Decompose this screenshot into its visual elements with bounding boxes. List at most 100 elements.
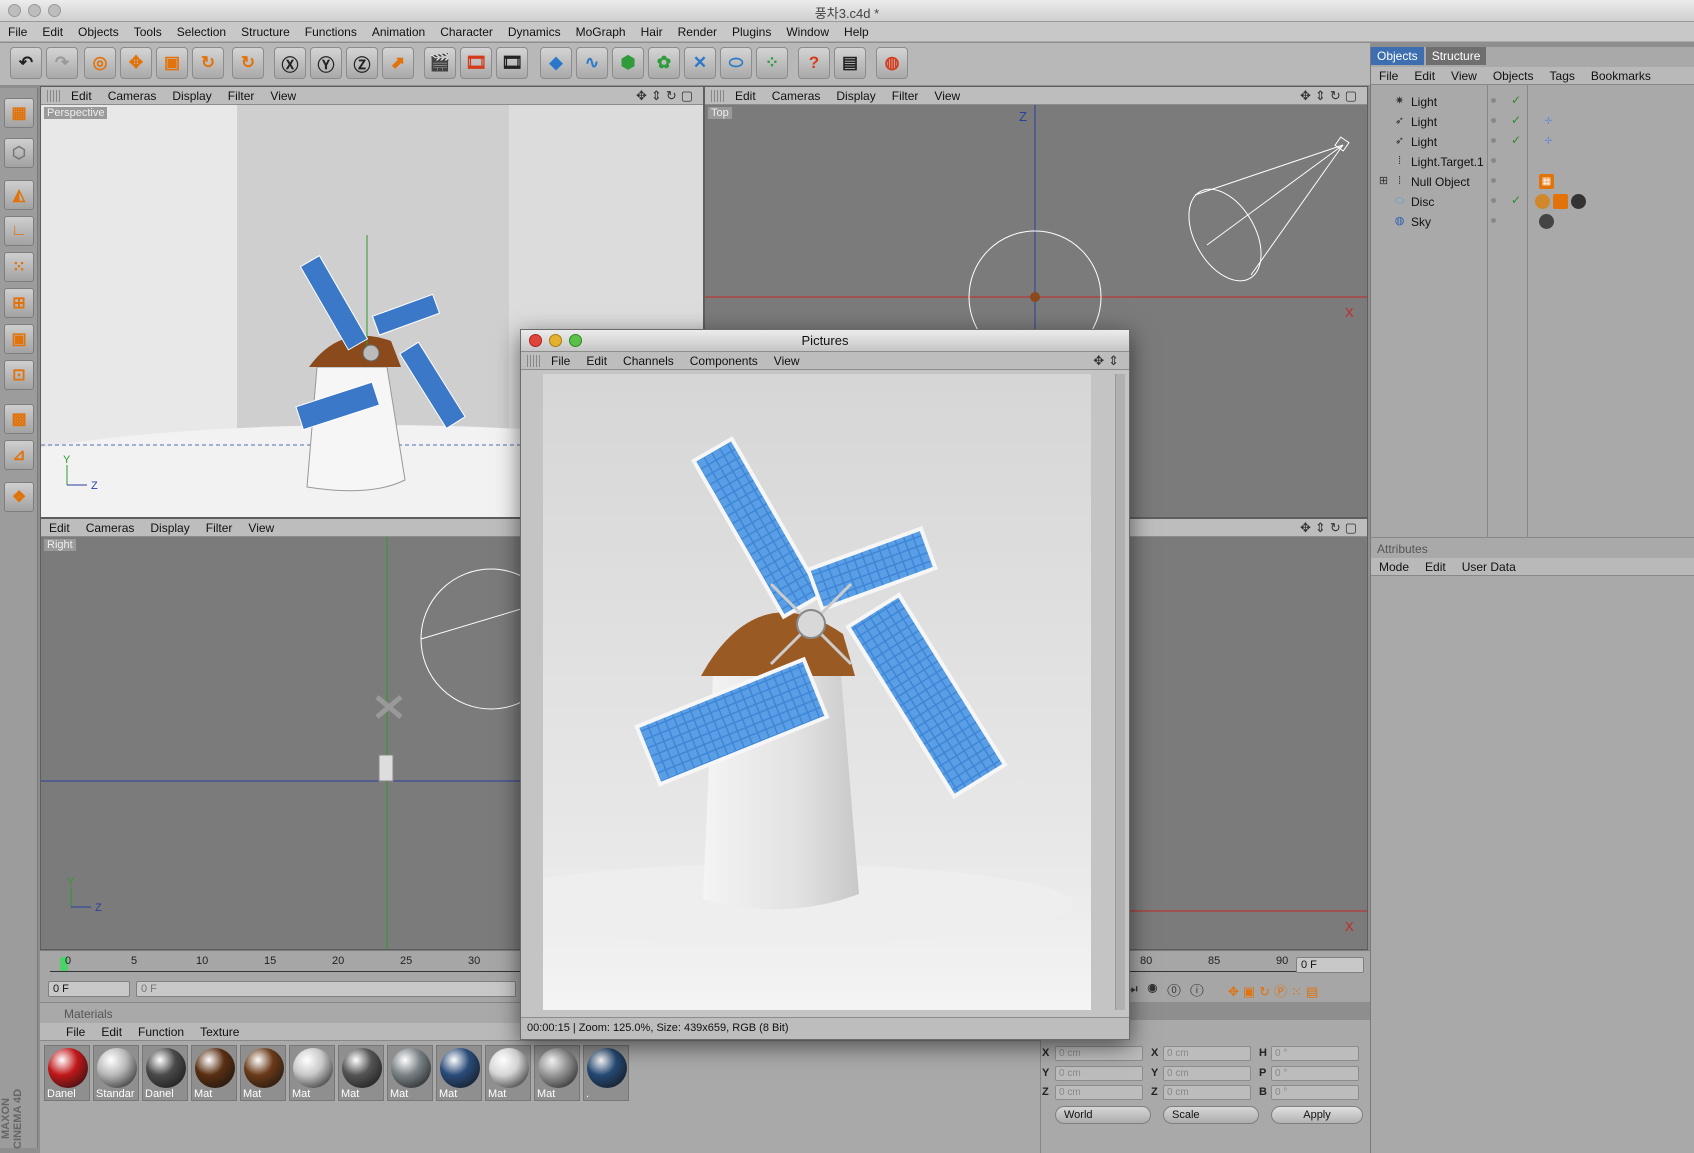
preview-range-field[interactable]: 0 F: [136, 981, 516, 997]
material-swatch[interactable]: Danel: [44, 1045, 90, 1101]
vp-menu-filter[interactable]: Filter: [198, 519, 241, 535]
menu-tools[interactable]: Tools: [126, 22, 169, 39]
target-tag-icon[interactable]: ✛: [1541, 114, 1556, 129]
menu-file[interactable]: File: [0, 22, 34, 39]
expand-icon[interactable]: ⊞: [1377, 175, 1390, 188]
pos-y-field[interactable]: 0 cm: [1055, 1066, 1143, 1081]
menu-window[interactable]: Window: [778, 22, 836, 39]
mat-menu-file[interactable]: File: [58, 1023, 93, 1039]
menu-selection[interactable]: Selection: [169, 22, 233, 39]
viewport-nav-icons[interactable]: ✥⇕↻▢: [1300, 520, 1361, 536]
vp-menu-cameras[interactable]: Cameras: [100, 87, 165, 103]
om-menu-objects[interactable]: Objects: [1485, 67, 1542, 83]
material-swatch[interactable]: Mat: [436, 1045, 482, 1101]
vp-menu-display[interactable]: Display: [828, 87, 883, 103]
vp-menu-edit[interactable]: Edit: [41, 519, 78, 535]
spline-pen-icon[interactable]: ∿: [576, 47, 608, 79]
menu-plugins[interactable]: Plugins: [724, 22, 778, 39]
rot-b-field[interactable]: 0 °: [1271, 1085, 1359, 1100]
redo-icon[interactable]: ↷: [46, 47, 78, 79]
material-swatch[interactable]: .: [583, 1045, 629, 1101]
z-axis-lock-icon[interactable]: Ⓩ: [346, 47, 378, 79]
vp-menu-display[interactable]: Display: [164, 87, 219, 103]
object-row-disc[interactable]: ⬭ Disc ✓: [1375, 192, 1688, 211]
keyframe-controls[interactable]: ✥▣↻Ⓟ⁙▤: [1228, 981, 1322, 1000]
object-row-light-3[interactable]: ➶ Light ✓ ✛: [1375, 132, 1688, 151]
coordinate-mode-select[interactable]: World: [1055, 1106, 1151, 1124]
material-swatch[interactable]: Mat: [534, 1045, 580, 1101]
object-row-sky[interactable]: ◍ Sky: [1375, 212, 1688, 231]
menu-functions[interactable]: Functions: [297, 22, 364, 39]
object-row-light-2[interactable]: ➶ Light ✓ ✛: [1375, 112, 1688, 131]
menu-render[interactable]: Render: [670, 22, 724, 39]
layout-help-icon[interactable]: ▤: [834, 47, 866, 79]
particle-icon[interactable]: ⁘: [756, 47, 788, 79]
vp-menu-view[interactable]: View: [926, 87, 968, 103]
x-axis-lock-icon[interactable]: Ⓧ: [274, 47, 306, 79]
vp-menu-edit[interactable]: Edit: [727, 87, 764, 103]
material-swatch[interactable]: Mat: [485, 1045, 531, 1101]
minimize-button[interactable]: [549, 334, 562, 347]
enabled-check-icon[interactable]: ✓: [1511, 113, 1521, 127]
rotate-icon[interactable]: ↻: [192, 47, 224, 79]
material-swatch[interactable]: Mat: [191, 1045, 237, 1101]
menu-character[interactable]: Character: [432, 22, 500, 39]
pos-z-field[interactable]: 0 cm: [1055, 1085, 1143, 1100]
nurbs-icon[interactable]: ⬢: [612, 47, 644, 79]
layout-icon[interactable]: ▦: [4, 98, 34, 128]
target-tag-icon[interactable]: ✛: [1541, 134, 1556, 149]
material-swatch[interactable]: Mat: [338, 1045, 384, 1101]
vp-menu-filter[interactable]: Filter: [884, 87, 927, 103]
size-z-field[interactable]: 0 cm: [1163, 1085, 1251, 1100]
edges-mode-icon[interactable]: ⊞: [4, 288, 34, 318]
vp-menu-display[interactable]: Display: [142, 519, 197, 535]
current-frame-field[interactable]: 0 F: [48, 981, 130, 997]
enabled-check-icon[interactable]: ✓: [1511, 93, 1521, 107]
material-tag-icon[interactable]: [1539, 214, 1554, 229]
deformer-icon[interactable]: ✕: [684, 47, 716, 79]
om-menu-edit[interactable]: Edit: [1406, 67, 1443, 83]
om-menu-tags[interactable]: Tags: [1542, 67, 1583, 83]
rot-p-field[interactable]: 0 °: [1271, 1066, 1359, 1081]
recent-tool-icon[interactable]: ↻: [232, 47, 264, 79]
render-settings-icon[interactable]: 🎞: [496, 47, 528, 79]
help-pointer-icon[interactable]: ?: [798, 47, 830, 79]
visibility-dot[interactable]: [1491, 218, 1496, 223]
size-x-field[interactable]: 0 cm: [1163, 1046, 1251, 1061]
uv-mode-icon[interactable]: ⊡: [4, 360, 34, 390]
visibility-dot[interactable]: [1491, 178, 1496, 183]
material-swatch[interactable]: Mat: [289, 1045, 335, 1101]
points-mode-icon[interactable]: ⁙: [4, 252, 34, 282]
material-swatch[interactable]: Mat: [240, 1045, 286, 1101]
om-menu-bookmarks[interactable]: Bookmarks: [1583, 67, 1659, 83]
close-button[interactable]: [529, 334, 542, 347]
polygons-mode-icon[interactable]: ▣: [4, 324, 34, 354]
vp-menu-cameras[interactable]: Cameras: [764, 87, 829, 103]
render-picture-viewer-icon[interactable]: 🎞: [460, 47, 492, 79]
visibility-dot[interactable]: [1491, 138, 1496, 143]
coordinate-system-icon[interactable]: ⬈: [382, 47, 414, 79]
zoom-button[interactable]: [569, 334, 582, 347]
object-row-light-target[interactable]: ⁞ Light.Target.1: [1375, 152, 1688, 171]
visibility-dot[interactable]: [1491, 198, 1496, 203]
material-swatch[interactable]: Danel: [142, 1045, 188, 1101]
size-y-field[interactable]: 0 cm: [1163, 1066, 1251, 1081]
mat-menu-edit[interactable]: Edit: [93, 1023, 130, 1039]
menu-edit[interactable]: Edit: [34, 22, 70, 39]
pv-menu-channels[interactable]: Channels: [615, 352, 682, 368]
cube-icon[interactable]: ◆: [540, 47, 572, 79]
live-selection-icon[interactable]: ◎: [84, 47, 116, 79]
menu-objects[interactable]: Objects: [70, 22, 126, 39]
compositing-tag-icon[interactable]: ▦: [1539, 174, 1554, 189]
end-frame-field[interactable]: 0 F: [1296, 957, 1364, 973]
menu-animation[interactable]: Animation: [364, 22, 432, 39]
move-icon[interactable]: ✥: [120, 47, 152, 79]
paint-icon[interactable]: ❖: [4, 482, 34, 512]
scene-icon[interactable]: ⬭: [720, 47, 752, 79]
pv-menu-file[interactable]: File: [543, 352, 578, 368]
attr-menu-mode[interactable]: Mode: [1371, 558, 1417, 574]
texture-tag-icon[interactable]: [1535, 194, 1550, 209]
vp-menu-edit[interactable]: Edit: [63, 87, 100, 103]
vp-menu-cameras[interactable]: Cameras: [78, 519, 143, 535]
visibility-dot[interactable]: [1491, 98, 1496, 103]
